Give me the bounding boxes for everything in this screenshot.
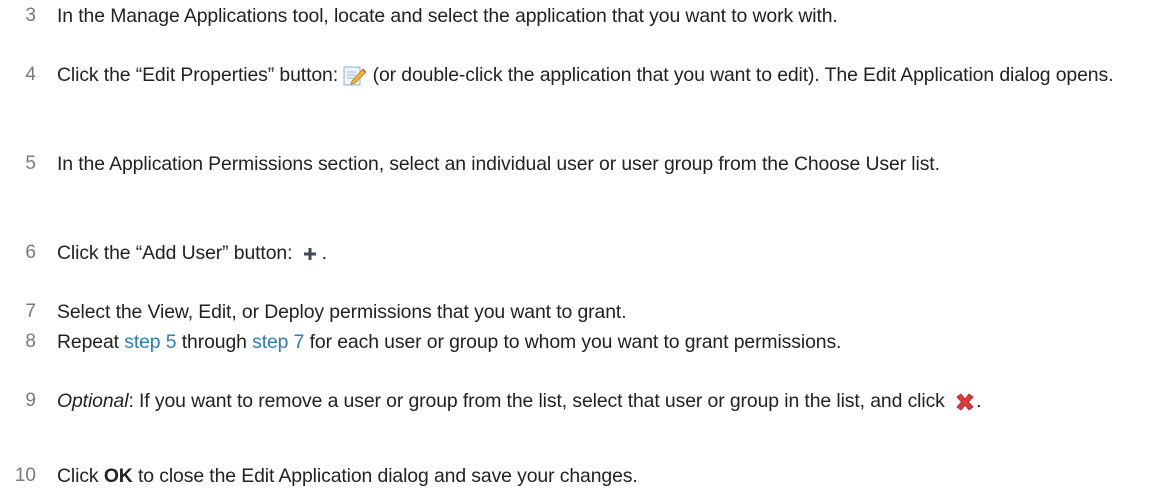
step-number: 10: [14, 465, 36, 486]
step-text: Click the “Edit Properties” button: (or …: [57, 64, 1114, 87]
step-text: In the Manage Applications tool, locate …: [57, 5, 838, 27]
step-7-link[interactable]: step 7: [252, 331, 304, 353]
step-number: 5: [25, 153, 36, 174]
step-text: Click OK to close the Edit Application d…: [57, 465, 638, 487]
step-number: 4: [25, 64, 36, 85]
step-text: Repeat step 5 through step 7 for each us…: [57, 331, 842, 353]
step-number: 6: [25, 242, 36, 263]
red-x-icon: [954, 393, 976, 411]
plus-icon: [302, 246, 318, 262]
step-number: 8: [25, 331, 36, 352]
step-text: Click the “Add User” button: .: [57, 242, 327, 264]
step-5-link[interactable]: step 5: [124, 331, 176, 353]
ok-label: OK: [103, 465, 133, 487]
step-text: Optional: If you want to remove a user o…: [57, 390, 982, 412]
optional-label: Optional: [57, 390, 129, 412]
step-text: In the Application Permissions section, …: [57, 153, 940, 175]
edit-properties-icon: [343, 65, 367, 87]
step-number: 7: [25, 301, 36, 322]
step-number: 9: [25, 390, 36, 411]
step-text: Select the View, Edit, or Deploy permiss…: [57, 301, 627, 323]
procedure-steps: 3 In the Manage Applications tool, locat…: [0, 0, 1170, 493]
step-number: 3: [25, 5, 36, 26]
